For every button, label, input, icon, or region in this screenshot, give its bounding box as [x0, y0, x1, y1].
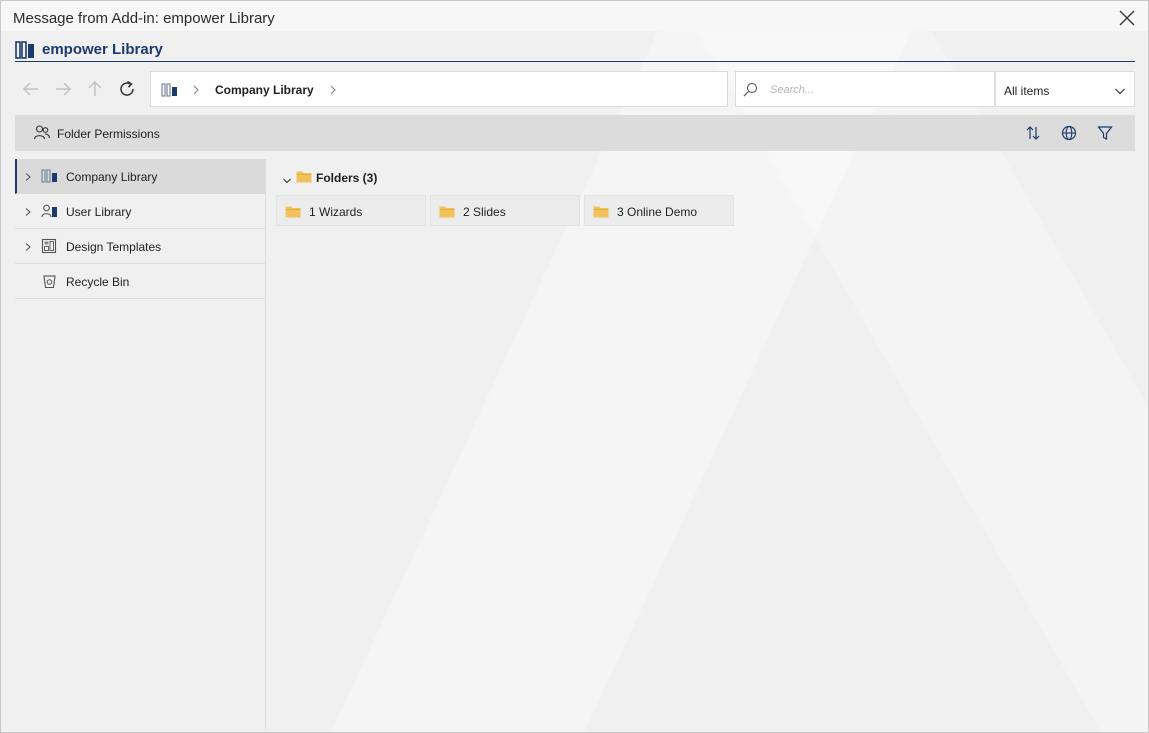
folder-tile-label: 3 Online Demo [617, 205, 698, 219]
add-in-window: Message from Add-in: empower Library emp… [0, 0, 1149, 733]
chevron-right-icon[interactable] [328, 83, 338, 97]
chevron-right-icon[interactable] [24, 206, 32, 216]
sidebar-item-label: Company Library [66, 170, 158, 184]
search-input[interactable] [770, 81, 985, 99]
up-icon[interactable] [84, 78, 106, 100]
title-bar: Message from Add-in: empower Library [1, 1, 1148, 31]
folder-permissions-label: Folder Permissions [57, 127, 160, 141]
user-library-icon [41, 203, 58, 219]
users-icon [33, 124, 51, 142]
items-filter-value: All items [1004, 84, 1050, 98]
recycle-bin-icon [41, 273, 58, 289]
chevron-right-icon [191, 83, 201, 97]
brand-name: empower Library [42, 41, 163, 58]
company-library-icon [41, 168, 58, 184]
search-icon [742, 82, 758, 98]
folder-tile-label: 2 Slides [463, 205, 506, 219]
company-library-icon[interactable] [161, 82, 179, 98]
breadcrumb-item-company-library[interactable]: Company Library [215, 83, 314, 97]
folder-tile-label: 1 Wizards [309, 205, 363, 219]
breadcrumb: Company Library [150, 71, 728, 107]
folder-icon [296, 170, 312, 183]
sort-icon[interactable] [1024, 124, 1042, 142]
content-area: Folders (3) 1 Wizards 2 Slides 3 Online … [276, 161, 1136, 721]
toolbar: Folder Permissions [15, 115, 1135, 151]
close-icon[interactable] [1118, 9, 1136, 27]
search-box [735, 71, 995, 107]
sidebar-item-company-library[interactable]: Company Library [15, 159, 265, 194]
folders-group-label: Folders (3) [316, 171, 378, 185]
navigation-bar: Company Library All items [15, 71, 1135, 107]
chevron-right-icon[interactable] [24, 171, 32, 181]
folder-tile-slides[interactable]: 2 Slides [430, 195, 580, 226]
folder-icon [593, 205, 609, 218]
chevron-down-icon [1114, 85, 1126, 95]
folder-tile-wizards[interactable]: 1 Wizards [276, 195, 426, 226]
chevron-right-icon[interactable] [24, 241, 32, 251]
folder-icon [285, 205, 301, 218]
sidebar-item-label: User Library [66, 205, 132, 219]
filter-icon[interactable] [1096, 124, 1114, 142]
sidebar-item-design-templates[interactable]: Design Templates [15, 229, 265, 264]
sidebar-item-label: Recycle Bin [66, 275, 130, 289]
brand-header: empower Library [15, 38, 1135, 62]
folder-icon [439, 205, 455, 218]
sidebar-item-label: Design Templates [66, 240, 162, 254]
forward-icon[interactable] [52, 78, 74, 100]
back-icon[interactable] [20, 78, 42, 100]
folder-tile-online-demo[interactable]: 3 Online Demo [584, 195, 734, 226]
library-sidebar: Company Library User Library Design Temp… [15, 159, 266, 729]
design-templates-icon [41, 238, 58, 254]
refresh-icon[interactable] [116, 78, 138, 100]
chevron-down-icon [282, 174, 292, 184]
empower-logo-icon [15, 40, 37, 60]
sidebar-item-user-library[interactable]: User Library [15, 194, 265, 229]
globe-icon[interactable] [1060, 124, 1078, 142]
sidebar-item-recycle-bin[interactable]: Recycle Bin [15, 264, 265, 299]
items-filter-select[interactable]: All items [995, 71, 1135, 107]
window-title: Message from Add-in: empower Library [13, 10, 275, 27]
